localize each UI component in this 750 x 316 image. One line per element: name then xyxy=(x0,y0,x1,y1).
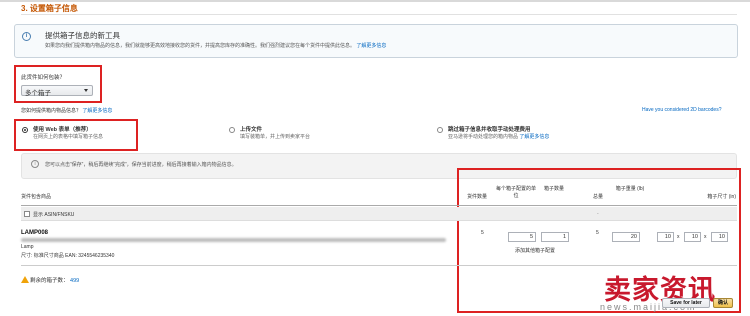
option-skip-learn-more-link[interactable]: 了解更多信息 xyxy=(519,134,549,140)
box-width-input[interactable]: 10 xyxy=(684,232,701,242)
times-sign: x xyxy=(704,234,707,240)
how-provide-text: 您如何提供箱内物品信息？ xyxy=(21,108,82,114)
option-skip-sub-text: 亚马逊将手动处理您的箱内物品 xyxy=(448,134,519,140)
col-header-total: 总量 xyxy=(592,194,603,200)
how-provide-question: 您如何提供箱内物品信息？ 了解更多信息 xyxy=(21,107,112,114)
option-upload-title: 上传文件 xyxy=(240,127,263,133)
radio-upload-file[interactable] xyxy=(229,127,235,133)
warning-icon xyxy=(21,276,29,283)
col-header-units-per-box: 每个箱子配置的单位 xyxy=(495,186,536,199)
packing-select[interactable]: 多个箱子 xyxy=(21,85,93,97)
gray-row-dash: - xyxy=(597,211,599,217)
box-height-input[interactable]: 10 xyxy=(711,232,728,242)
option-web-form-sub: 在网页上的表格中填写箱子信息 xyxy=(33,134,104,140)
confirm-button[interactable]: 确认 xyxy=(713,298,733,308)
product-title-redacted xyxy=(21,238,446,242)
product-sku: LAMP008 xyxy=(21,230,49,236)
chevron-down-icon xyxy=(84,89,88,92)
col-header-box-count: 箱子数量 xyxy=(543,186,564,192)
packing-select-value: 多个箱子 xyxy=(25,90,51,97)
row-divider xyxy=(21,265,737,266)
title-divider xyxy=(21,14,737,15)
twod-barcodes-link[interactable]: Have you considered 2D barcodes? xyxy=(642,107,722,113)
show-asin-checkbox[interactable] xyxy=(24,211,30,217)
product-title-tail: Lamp xyxy=(21,244,34,250)
box-length-input[interactable]: 10 xyxy=(657,232,674,242)
radio-web-form[interactable] xyxy=(22,127,28,133)
info-banner xyxy=(14,24,738,58)
box-count-input[interactable]: 1 xyxy=(541,232,569,242)
section-title: 3. 设置箱子信息 xyxy=(21,4,78,13)
info-icon: i xyxy=(22,32,31,41)
option-upload-sub: 填写装箱单，并上传到卖家平台 xyxy=(240,134,311,140)
remaining-value: 499 xyxy=(70,278,80,284)
col-header-qty: 货件数量 xyxy=(466,194,487,200)
row-qty: 5 xyxy=(481,230,484,236)
info-learn-more-link[interactable]: 了解更多信息 xyxy=(356,43,386,49)
option-skip-sub: 亚马逊将手动处理您的箱内物品 了解更多信息 xyxy=(448,133,549,140)
radio-skip-box-info[interactable] xyxy=(437,127,443,133)
product-meta: 尺寸: 标准尺寸商品 EAN: 3245546235340 xyxy=(21,253,115,259)
highlight-packing xyxy=(14,65,102,103)
remaining-label: 剩余的箱子数： xyxy=(30,278,69,284)
remaining-boxes: 剩余的箱子数： 499 xyxy=(30,276,79,284)
save-note-text: 您可以点击“保存”，稍后再继续“完成”，保存当前进度，稍后再接着输入箱内物品信息… xyxy=(45,162,237,168)
asin-toggle-row xyxy=(21,207,737,221)
info-body-text: 如果您向我们提供箱内物品的信息，我们就能够更高效地接收您的货件，并提高您库存的准… xyxy=(45,43,356,49)
info-body: 如果您向我们提供箱内物品的信息，我们就能够更高效地接收您的货件，并提高您库存的准… xyxy=(45,42,386,49)
col-header-product: 货件包含商品 xyxy=(21,194,52,200)
save-for-later-button[interactable]: Save for later xyxy=(662,298,710,308)
option-web-form-title: 使用 Web 表单（推荐） xyxy=(33,127,92,133)
info-title: 提供箱子信息的新工具 xyxy=(45,31,120,40)
units-per-box-input[interactable]: 5 xyxy=(508,232,536,242)
col-header-weight: 箱子重量 (lb) xyxy=(615,186,645,192)
add-box-config-link[interactable]: 添加其他箱子配置 xyxy=(515,247,555,254)
how-provide-learn-more-link[interactable]: 了解更多信息 xyxy=(82,108,112,114)
table-header-divider xyxy=(21,205,737,206)
info-icon: i xyxy=(31,160,39,168)
col-header-dims: 箱子尺寸 (in) xyxy=(707,194,736,200)
box-weight-input[interactable]: 20 xyxy=(612,232,640,242)
packing-question: 此货件如何包装？ xyxy=(21,75,66,81)
option-skip-title: 跳过箱子信息并收取手动处理费用 xyxy=(448,127,531,133)
times-sign: x xyxy=(677,234,680,240)
row-total: 5 xyxy=(596,230,599,236)
show-asin-label: 显示 ASIN/FNSKU xyxy=(33,212,75,218)
top-divider xyxy=(0,0,750,2)
